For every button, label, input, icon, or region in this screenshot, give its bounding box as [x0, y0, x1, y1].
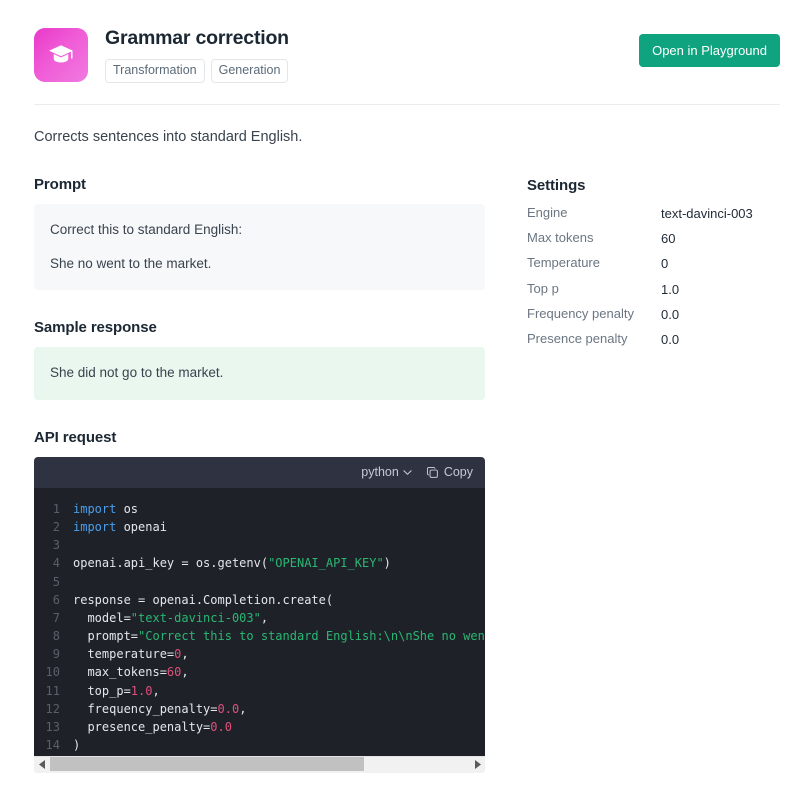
- code-line: 12 frequency_penalty=0.0,: [34, 700, 485, 718]
- settings-section-title: Settings: [527, 177, 586, 195]
- line-number: 11: [45, 683, 60, 698]
- code-line: 3: [34, 536, 485, 554]
- settings-key: Presence penalty: [527, 331, 628, 346]
- code-text: import openai: [73, 519, 167, 534]
- line-number: 12: [45, 701, 60, 716]
- line-number: 1: [52, 501, 60, 516]
- line-number: 7: [52, 610, 60, 625]
- settings-row: Temperature 0: [527, 255, 780, 280]
- page-header: Grammar correction Transformation Genera…: [0, 0, 810, 83]
- code-text: frequency_penalty=0.0,: [73, 701, 247, 716]
- line-number: 4: [52, 556, 60, 571]
- code-line: 5: [34, 573, 485, 591]
- settings-key: Top p: [527, 280, 559, 296]
- code-text: presence_penalty=0.0: [73, 720, 232, 734]
- settings-value: 0.0: [661, 306, 680, 322]
- copy-code-button[interactable]: Copy: [426, 465, 473, 479]
- settings-value: 60: [661, 231, 676, 247]
- line-number: 10: [45, 665, 60, 680]
- code-line: 2 import openai: [34, 518, 485, 536]
- code-line: 6 response = openai.Completion.create(: [34, 591, 485, 609]
- tag-list: Transformation Generation: [105, 59, 639, 83]
- language-selector[interactable]: python: [361, 465, 412, 479]
- code-line: 4 openai.api_key = os.getenv("OPENAI_API_…: [34, 554, 485, 572]
- code-content[interactable]: 1 import os 2 import openai 3 4 openai.api_key…: [34, 487, 485, 756]
- line-number: 3: [52, 538, 60, 553]
- settings-table: Engine text-davinci-003 Max tokens 60 Temper…: [527, 205, 780, 356]
- code-line: 1 import os: [34, 500, 485, 518]
- settings-value: text-davinci-003: [661, 206, 753, 222]
- settings-row: Engine text-davinci-003: [527, 205, 780, 230]
- code-text: openai.api_key = os.getenv("OPENAI_API_K…: [73, 556, 391, 571]
- prompt-section-title: Prompt: [34, 176, 86, 194]
- line-number: 8: [52, 629, 60, 644]
- body-columns: Prompt Correct this to standard English:…: [0, 176, 810, 773]
- code-horizontal-scrollbar[interactable]: [34, 755, 485, 773]
- settings-key: Frequency penalty: [527, 305, 634, 321]
- scroll-left-arrow[interactable]: [34, 760, 50, 770]
- code-text: prompt="Correct this to standard English…: [73, 629, 485, 644]
- settings-key: Temperature: [527, 255, 600, 271]
- code-text: temperature=0,: [73, 647, 189, 662]
- sample-response-text: She did not go to the market.: [50, 365, 224, 381]
- code-line: 9 temperature=0,: [34, 645, 485, 663]
- copy-label: Copy: [443, 465, 473, 480]
- settings-row: Max tokens 60: [527, 230, 780, 255]
- settings-row: Top p 1.0: [527, 281, 780, 306]
- copy-icon: [426, 466, 438, 478]
- code-line: 11 top_p=1.0,: [34, 682, 485, 700]
- page-title: Grammar correction: [105, 27, 289, 49]
- code-text: max_tokens=60,: [73, 665, 189, 680]
- chevron-down-icon: [403, 469, 412, 475]
- settings-value: 0: [661, 256, 669, 272]
- title-block: Grammar correction Transformation Genera…: [105, 26, 639, 83]
- code-line: 14): [34, 736, 485, 754]
- line-number: 2: [52, 519, 60, 534]
- settings-key: Max tokens: [527, 230, 594, 246]
- code-line: 13 presence_penalty=0.0: [34, 718, 485, 736]
- scroll-right-arrow[interactable]: [469, 760, 485, 770]
- sample-response-section-title: Sample response: [34, 319, 157, 337]
- prompt-line: She no went to the market.: [50, 255, 212, 271]
- code-block: python Copy 1 import os 2 import openai 3 4 op…: [34, 456, 485, 773]
- prompt-box: Correct this to standard English: She no…: [34, 204, 485, 291]
- settings-value: 1.0: [661, 281, 680, 297]
- code-line: 7 model="text-davinci-003",: [34, 609, 485, 627]
- code-line: 8 prompt="Correct this to standard Engli…: [34, 627, 485, 645]
- left-column: Prompt Correct this to standard English:…: [34, 176, 485, 773]
- language-label: python: [361, 465, 399, 480]
- settings-row: Presence penalty 0.0: [527, 331, 780, 356]
- scrollbar-track[interactable]: [50, 756, 469, 773]
- code-text: ): [73, 738, 81, 753]
- tag-transformation[interactable]: Transformation: [105, 59, 205, 83]
- code-text: response = openai.Completion.create(: [73, 592, 334, 607]
- line-number: 13: [45, 720, 60, 734]
- page-root: Grammar correction Transformation Genera…: [0, 0, 810, 808]
- page-description: Corrects sentences into standard English…: [34, 128, 303, 145]
- prompt-line: Correct this to standard English:: [50, 222, 243, 238]
- line-number: 9: [52, 647, 60, 662]
- open-in-playground-button[interactable]: Open in Playground: [639, 34, 780, 67]
- settings-key: Engine: [527, 205, 568, 221]
- line-number: 14: [45, 738, 60, 753]
- sample-response-box: She did not go to the market.: [34, 347, 485, 400]
- code-text: top_p=1.0,: [73, 683, 160, 698]
- code-text: import os: [73, 501, 139, 516]
- graduation-cap-icon: [34, 28, 88, 82]
- scrollbar-thumb[interactable]: [50, 757, 365, 772]
- code-text: model="text-davinci-003",: [73, 610, 269, 625]
- line-number: 6: [52, 592, 60, 607]
- api-request-section-title: API request: [34, 428, 117, 446]
- code-toolbar: python Copy: [34, 456, 485, 488]
- tag-generation[interactable]: Generation: [210, 59, 289, 83]
- line-number: 5: [52, 574, 60, 589]
- code-line: 10 max_tokens=60,: [34, 663, 485, 681]
- settings-value: 0.0: [661, 332, 680, 347]
- right-column: Settings Engine text-davinci-003 Max token…: [485, 176, 780, 773]
- settings-row: Frequency penalty 0.0: [527, 306, 780, 331]
